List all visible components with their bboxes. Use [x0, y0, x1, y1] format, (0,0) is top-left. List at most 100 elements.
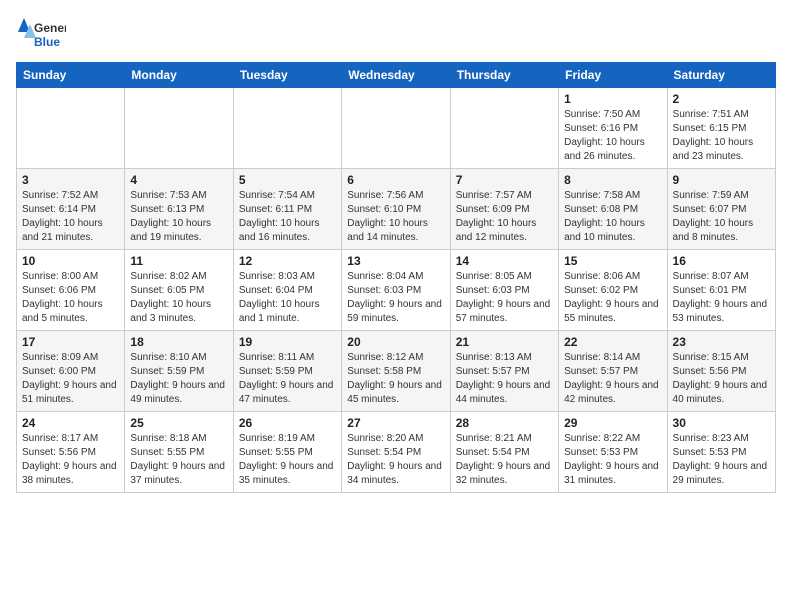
day-number: 19 — [239, 335, 336, 349]
day-info: Sunrise: 7:51 AM Sunset: 6:15 PM Dayligh… — [673, 108, 770, 164]
day-info: Sunrise: 8:23 AM Sunset: 5:53 PM Dayligh… — [673, 432, 770, 488]
day-info: Sunrise: 7:54 AM Sunset: 6:11 PM Dayligh… — [239, 189, 336, 245]
calendar-cell: 5 Sunrise: 7:54 AM Sunset: 6:11 PM Daylig… — [233, 169, 341, 250]
calendar-cell: 4Sunrise: 7:53 AM Sunset: 6:13 PM Daylig… — [125, 169, 233, 250]
calendar-cell: 10Sunrise: 8:00 AM Sunset: 6:06 PM Dayli… — [17, 250, 125, 331]
day-info: Sunrise: 8:12 AM Sunset: 5:58 PM Dayligh… — [347, 351, 444, 407]
calendar-cell: 26Sunrise: 8:19 AM Sunset: 5:55 PM Dayli… — [233, 412, 341, 493]
day-of-week-header: Sunday — [17, 63, 125, 88]
calendar-header-row: SundayMondayTuesdayWednesdayThursdayFrid… — [17, 63, 776, 88]
day-of-week-header: Wednesday — [342, 63, 450, 88]
day-number: 3 — [22, 173, 119, 187]
day-number: 20 — [347, 335, 444, 349]
day-info: Sunrise: 8:14 AM Sunset: 5:57 PM Dayligh… — [564, 351, 661, 407]
day-number: 23 — [673, 335, 770, 349]
day-info: Sunrise: 7:59 AM Sunset: 6:07 PM Dayligh… — [673, 189, 770, 245]
calendar-cell: 2 Sunrise: 7:51 AM Sunset: 6:15 PM Daylig… — [667, 88, 775, 169]
day-number: 6 — [347, 173, 444, 187]
day-info: Sunrise: 7:50 AM Sunset: 6:16 PM Dayligh… — [564, 108, 661, 164]
day-number: 29 — [564, 416, 661, 430]
day-number: 25 — [130, 416, 227, 430]
day-info: Sunrise: 8:21 AM Sunset: 5:54 PM Dayligh… — [456, 432, 553, 488]
day-number: 28 — [456, 416, 553, 430]
day-of-week-header: Tuesday — [233, 63, 341, 88]
svg-text:General: General — [34, 21, 66, 35]
logo: General Blue — [16, 16, 66, 54]
day-number: 9 — [673, 173, 770, 187]
day-number: 18 — [130, 335, 227, 349]
calendar-cell — [233, 88, 341, 169]
svg-text:Blue: Blue — [34, 35, 60, 49]
calendar-cell: 27 Sunrise: 8:20 AM Sunset: 5:54 PM Dayli… — [342, 412, 450, 493]
day-info: Sunrise: 8:04 AM Sunset: 6:03 PM Dayligh… — [347, 270, 444, 326]
day-info: Sunrise: 8:20 AM Sunset: 5:54 PM Dayligh… — [347, 432, 444, 488]
calendar-cell: 20 Sunrise: 8:12 AM Sunset: 5:58 PM Dayli… — [342, 331, 450, 412]
day-info: Sunrise: 8:10 AM Sunset: 5:59 PM Dayligh… — [130, 351, 227, 407]
day-number: 21 — [456, 335, 553, 349]
calendar-cell: 12 Sunrise: 8:03 AM Sunset: 6:04 PM Dayli… — [233, 250, 341, 331]
calendar-cell: 29 Sunrise: 8:22 AM Sunset: 5:53 PM Dayli… — [559, 412, 667, 493]
calendar-cell: 21Sunrise: 8:13 AM Sunset: 5:57 PM Dayli… — [450, 331, 558, 412]
day-number: 30 — [673, 416, 770, 430]
calendar-cell: 24Sunrise: 8:17 AM Sunset: 5:56 PM Dayli… — [17, 412, 125, 493]
day-number: 14 — [456, 254, 553, 268]
calendar-cell — [125, 88, 233, 169]
day-number: 27 — [347, 416, 444, 430]
calendar-cell: 28 Sunrise: 8:21 AM Sunset: 5:54 PM Dayli… — [450, 412, 558, 493]
calendar-cell: 18 Sunrise: 8:10 AM Sunset: 5:59 PM Dayli… — [125, 331, 233, 412]
calendar-cell: 23 Sunrise: 8:15 AM Sunset: 5:56 PM Dayli… — [667, 331, 775, 412]
day-of-week-header: Monday — [125, 63, 233, 88]
calendar-cell: 6 Sunrise: 7:56 AM Sunset: 6:10 PM Daylig… — [342, 169, 450, 250]
day-number: 11 — [130, 254, 227, 268]
day-info: Sunrise: 8:09 AM Sunset: 6:00 PM Dayligh… — [22, 351, 119, 407]
calendar-cell: 1 Sunrise: 7:50 AM Sunset: 6:16 PM Daylig… — [559, 88, 667, 169]
day-info: Sunrise: 8:18 AM Sunset: 5:55 PM Dayligh… — [130, 432, 227, 488]
day-number: 12 — [239, 254, 336, 268]
day-info: Sunrise: 7:58 AM Sunset: 6:08 PM Dayligh… — [564, 189, 661, 245]
calendar-cell: 8 Sunrise: 7:58 AM Sunset: 6:08 PM Daylig… — [559, 169, 667, 250]
day-info: Sunrise: 7:56 AM Sunset: 6:10 PM Dayligh… — [347, 189, 444, 245]
calendar-cell — [450, 88, 558, 169]
day-number: 8 — [564, 173, 661, 187]
calendar-cell: 14 Sunrise: 8:05 AM Sunset: 6:03 PM Dayli… — [450, 250, 558, 331]
calendar-cell: 17 Sunrise: 8:09 AM Sunset: 6:00 PM Dayli… — [17, 331, 125, 412]
day-number: 22 — [564, 335, 661, 349]
day-info: Sunrise: 8:07 AM Sunset: 6:01 PM Dayligh… — [673, 270, 770, 326]
day-info: Sunrise: 8:15 AM Sunset: 5:56 PM Dayligh… — [673, 351, 770, 407]
day-number: 13 — [347, 254, 444, 268]
day-of-week-header: Thursday — [450, 63, 558, 88]
day-info: Sunrise: 7:57 AM Sunset: 6:09 PM Dayligh… — [456, 189, 553, 245]
day-number: 15 — [564, 254, 661, 268]
day-info: Sunrise: 8:06 AM Sunset: 6:02 PM Dayligh… — [564, 270, 661, 326]
day-info: Sunrise: 8:00 AM Sunset: 6:06 PM Dayligh… — [22, 270, 119, 326]
calendar-cell: 11Sunrise: 8:02 AM Sunset: 6:05 PM Dayli… — [125, 250, 233, 331]
calendar-cell: 30 Sunrise: 8:23 AM Sunset: 5:53 PM Dayli… — [667, 412, 775, 493]
day-info: Sunrise: 8:17 AM Sunset: 5:56 PM Dayligh… — [22, 432, 119, 488]
calendar-cell: 13 Sunrise: 8:04 AM Sunset: 6:03 PM Dayli… — [342, 250, 450, 331]
calendar-cell: 3 Sunrise: 7:52 AM Sunset: 6:14 PM Daylig… — [17, 169, 125, 250]
calendar-week-row: 3 Sunrise: 7:52 AM Sunset: 6:14 PM Daylig… — [17, 169, 776, 250]
day-info: Sunrise: 8:05 AM Sunset: 6:03 PM Dayligh… — [456, 270, 553, 326]
calendar-cell: 16Sunrise: 8:07 AM Sunset: 6:01 PM Dayli… — [667, 250, 775, 331]
day-info: Sunrise: 8:11 AM Sunset: 5:59 PM Dayligh… — [239, 351, 336, 407]
day-of-week-header: Friday — [559, 63, 667, 88]
day-number: 17 — [22, 335, 119, 349]
day-number: 4 — [130, 173, 227, 187]
day-info: Sunrise: 8:03 AM Sunset: 6:04 PM Dayligh… — [239, 270, 336, 326]
calendar-week-row: 17 Sunrise: 8:09 AM Sunset: 6:00 PM Dayli… — [17, 331, 776, 412]
calendar-week-row: 10Sunrise: 8:00 AM Sunset: 6:06 PM Dayli… — [17, 250, 776, 331]
calendar-cell — [17, 88, 125, 169]
day-of-week-header: Saturday — [667, 63, 775, 88]
day-number: 26 — [239, 416, 336, 430]
calendar-cell — [342, 88, 450, 169]
calendar-cell: 9 Sunrise: 7:59 AM Sunset: 6:07 PM Daylig… — [667, 169, 775, 250]
calendar-cell: 19 Sunrise: 8:11 AM Sunset: 5:59 PM Dayli… — [233, 331, 341, 412]
calendar-week-row: 24Sunrise: 8:17 AM Sunset: 5:56 PM Dayli… — [17, 412, 776, 493]
header: General Blue — [16, 16, 776, 54]
day-number: 1 — [564, 92, 661, 106]
day-number: 7 — [456, 173, 553, 187]
day-info: Sunrise: 8:22 AM Sunset: 5:53 PM Dayligh… — [564, 432, 661, 488]
day-info: Sunrise: 7:52 AM Sunset: 6:14 PM Dayligh… — [22, 189, 119, 245]
day-number: 5 — [239, 173, 336, 187]
day-number: 2 — [673, 92, 770, 106]
